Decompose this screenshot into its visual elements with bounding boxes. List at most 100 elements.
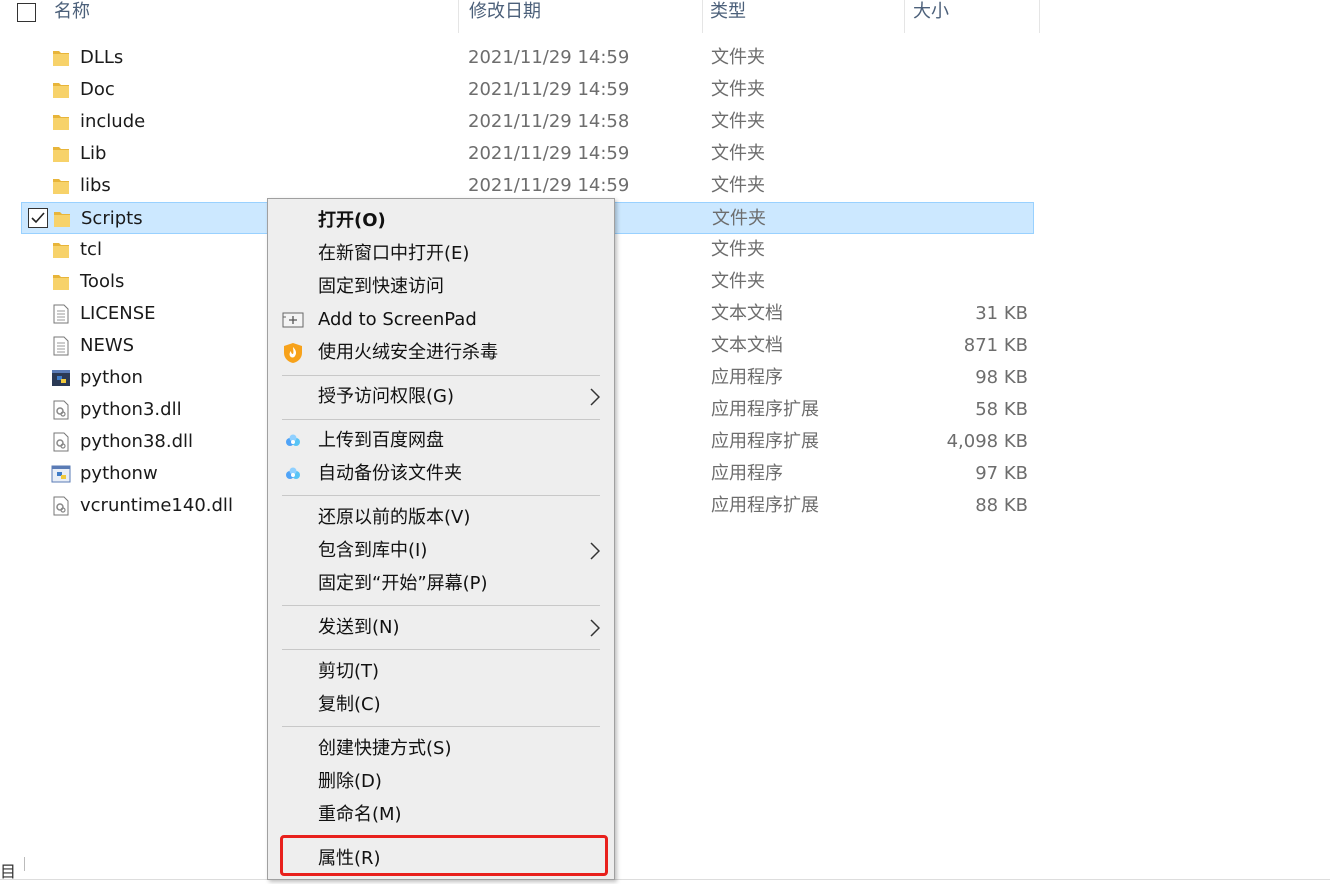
menu-item-open-new-window[interactable]: 在新窗口中打开(E) xyxy=(268,237,614,270)
chevron-right-icon xyxy=(590,542,601,565)
file-type: 文件夹 xyxy=(711,143,765,164)
column-size-header[interactable]: 大小 xyxy=(905,0,1039,33)
file-type: 文件夹 xyxy=(711,111,765,132)
menu-separator xyxy=(282,726,600,727)
folder-icon xyxy=(50,79,72,101)
file-name: Tools xyxy=(80,271,125,292)
select-all-checkbox[interactable] xyxy=(17,3,36,22)
dll-file-icon xyxy=(50,495,72,517)
file-size: 97 KB xyxy=(975,463,1028,484)
file-row[interactable]: DLLs 2021/11/29 14:59 文件夹 xyxy=(21,42,1034,74)
folder-icon xyxy=(50,143,72,165)
menu-item-cut[interactable]: 剪切(T) xyxy=(268,655,614,688)
chevron-right-icon xyxy=(590,619,601,642)
status-bar-divider xyxy=(24,857,25,871)
file-name: Scripts xyxy=(81,208,143,229)
status-bar xyxy=(0,879,1330,884)
menu-item-rename[interactable]: 重命名(M) xyxy=(268,798,614,831)
file-size: 4,098 KB xyxy=(946,431,1028,452)
file-type: 应用程序扩展 xyxy=(711,431,819,452)
column-divider[interactable] xyxy=(1039,0,1040,33)
column-date-header[interactable]: 修改日期 xyxy=(461,0,701,33)
file-row[interactable]: Doc 2021/11/29 14:59 文件夹 xyxy=(21,74,1034,106)
menu-item-open[interactable]: 打开(O) xyxy=(268,204,614,237)
menu-item-huorong-scan[interactable]: 使用火绒安全进行杀毒 xyxy=(268,336,614,369)
baidu-netdisk-icon xyxy=(282,463,304,485)
dll-file-icon xyxy=(50,399,72,421)
menu-separator xyxy=(282,649,600,650)
row-checkbox[interactable] xyxy=(28,208,48,228)
file-type: 文件夹 xyxy=(711,47,765,68)
huorong-shield-icon xyxy=(282,342,304,364)
folder-icon xyxy=(50,111,72,133)
file-type: 文件夹 xyxy=(711,79,765,100)
file-type: 文件夹 xyxy=(712,208,766,229)
file-type: 文本文档 xyxy=(711,335,783,356)
file-name: libs xyxy=(80,175,111,196)
file-name: python3.dll xyxy=(80,399,182,420)
pythonw-app-icon xyxy=(50,463,72,485)
file-type: 应用程序 xyxy=(711,367,783,388)
python-app-icon xyxy=(50,367,72,389)
file-name: python38.dll xyxy=(80,431,194,452)
file-size: 58 KB xyxy=(975,399,1028,420)
file-date: 2021/11/29 14:59 xyxy=(468,79,630,100)
file-size: 98 KB xyxy=(975,367,1028,388)
text-file-icon xyxy=(50,303,72,325)
chevron-right-icon xyxy=(590,388,601,411)
column-name-header[interactable]: 名称 xyxy=(46,0,456,33)
menu-separator xyxy=(282,495,600,496)
menu-item-auto-backup[interactable]: 自动备份该文件夹 xyxy=(268,457,614,490)
folder-icon xyxy=(50,239,72,261)
file-date: 2021/11/29 14:59 xyxy=(468,47,630,68)
context-menu: 打开(O) 在新窗口中打开(E) 固定到快速访问 Add to ScreenPa… xyxy=(267,198,615,880)
column-divider[interactable] xyxy=(458,0,459,33)
menu-item-restore-versions[interactable]: 还原以前的版本(V) xyxy=(268,501,614,534)
dll-file-icon xyxy=(50,431,72,453)
menu-item-send-to[interactable]: 发送到(N) xyxy=(268,611,614,644)
checkmark-icon xyxy=(31,212,45,224)
file-type: 文件夹 xyxy=(711,175,765,196)
file-name: include xyxy=(80,111,146,132)
file-type: 应用程序扩展 xyxy=(711,495,819,516)
menu-item-copy[interactable]: 复制(C) xyxy=(268,688,614,721)
file-row[interactable]: include 2021/11/29 14:58 文件夹 xyxy=(21,106,1034,138)
file-size: 88 KB xyxy=(975,495,1028,516)
menu-separator xyxy=(282,605,600,606)
file-name: pythonw xyxy=(80,463,158,484)
file-date: 2021/11/29 14:58 xyxy=(468,111,630,132)
file-type: 应用程序 xyxy=(711,463,783,484)
menu-item-pin-start[interactable]: 固定到“开始”屏幕(P) xyxy=(268,567,614,600)
folder-icon xyxy=(50,175,72,197)
menu-item-pin-quick-access[interactable]: 固定到快速访问 xyxy=(268,270,614,303)
file-name: Lib xyxy=(80,143,107,164)
file-size: 31 KB xyxy=(975,303,1028,324)
menu-separator xyxy=(282,419,600,420)
file-type: 文本文档 xyxy=(711,303,783,324)
folder-icon xyxy=(50,271,72,293)
file-name: LICENSE xyxy=(80,303,156,324)
screenpad-icon xyxy=(282,309,304,331)
file-name: NEWS xyxy=(80,335,135,356)
column-type-header[interactable]: 类型 xyxy=(702,0,902,33)
menu-item-delete[interactable]: 删除(D) xyxy=(268,765,614,798)
file-type: 文件夹 xyxy=(711,239,765,260)
menu-separator xyxy=(282,375,600,376)
file-size: 871 KB xyxy=(963,335,1028,356)
folder-icon xyxy=(51,208,73,230)
highlight-box xyxy=(280,835,608,876)
menu-item-upload-baidu[interactable]: 上传到百度网盘 xyxy=(268,424,614,457)
file-name: python xyxy=(80,367,143,388)
menu-item-add-to-screenpad[interactable]: Add to ScreenPad xyxy=(268,303,614,336)
menu-item-create-shortcut[interactable]: 创建快捷方式(S) xyxy=(268,732,614,765)
file-name: tcl xyxy=(80,239,102,260)
file-name: Doc xyxy=(80,79,115,100)
text-file-icon xyxy=(50,335,72,357)
column-header: 名称 修改日期 类型 大小 xyxy=(0,0,1040,33)
menu-item-include-library[interactable]: 包含到库中(I) xyxy=(268,534,614,567)
menu-item-grant-access[interactable]: 授予访问权限(G) xyxy=(268,380,614,413)
file-row[interactable]: Lib 2021/11/29 14:59 文件夹 xyxy=(21,138,1034,170)
file-type: 文件夹 xyxy=(711,271,765,292)
file-type: 应用程序扩展 xyxy=(711,399,819,420)
folder-icon xyxy=(50,47,72,69)
